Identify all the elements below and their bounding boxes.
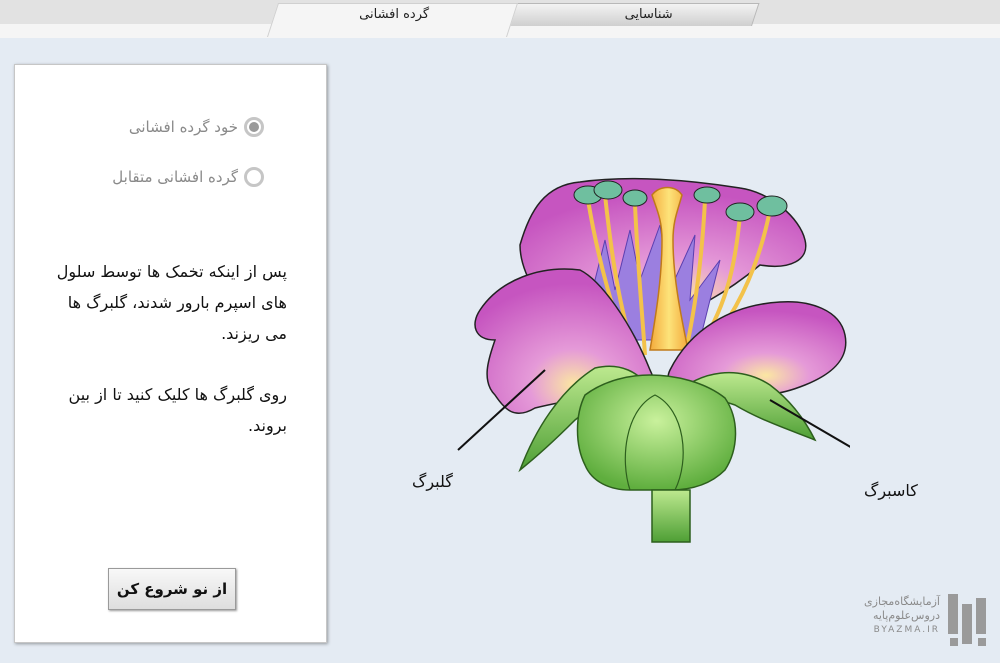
- option-cross-pollination-label: گرده افشانی متقابل: [112, 168, 238, 186]
- instruction-paragraph-1: پس از اینکه تخمک ها توسط سلول های اسپرم …: [56, 262, 287, 343]
- logo-line-3: BYAZMA.IR: [873, 625, 940, 635]
- flower-diagram: [457, 177, 850, 543]
- label-sepal: کاسبرگ: [864, 481, 918, 500]
- tab-pollination[interactable]: گرده افشانی: [267, 3, 519, 37]
- logo-line-2: دروس‌علوم‌پایه: [872, 609, 940, 622]
- logo-line-1: آزمایشگاه‌مجازی: [864, 595, 940, 608]
- radio-selected-dot: [249, 122, 259, 132]
- label-petal: گلبرگ: [412, 472, 453, 491]
- stem: [651, 489, 691, 543]
- receptacle: [576, 374, 737, 491]
- option-cross-pollination[interactable]: گرده افشانی متقابل: [112, 167, 264, 187]
- restart-button[interactable]: از نو شروع کن: [108, 568, 236, 610]
- tab-identification[interactable]: شناسایی: [508, 3, 760, 26]
- radio-self-pollination[interactable]: [244, 117, 264, 137]
- tab-pollination-label: گرده افشانی: [359, 7, 430, 22]
- logo-text: آزمایشگاه‌مجازی دروس‌علوم‌پایه BYAZMA.IR: [848, 595, 940, 637]
- option-self-pollination-label: خود گرده افشانی: [128, 118, 238, 136]
- tab-identification-label: شناسایی: [624, 7, 673, 22]
- byazma-logo-icon: [948, 594, 986, 646]
- control-panel: خود گرده افشانی گرده افشانی متقابل پس از…: [14, 64, 327, 643]
- radio-cross-pollination[interactable]: [244, 167, 264, 187]
- option-self-pollination[interactable]: خود گرده افشانی: [129, 117, 264, 137]
- instruction-paragraph-2: روی گلبرگ ها کلیک کنید تا از بین بروند.: [68, 385, 287, 435]
